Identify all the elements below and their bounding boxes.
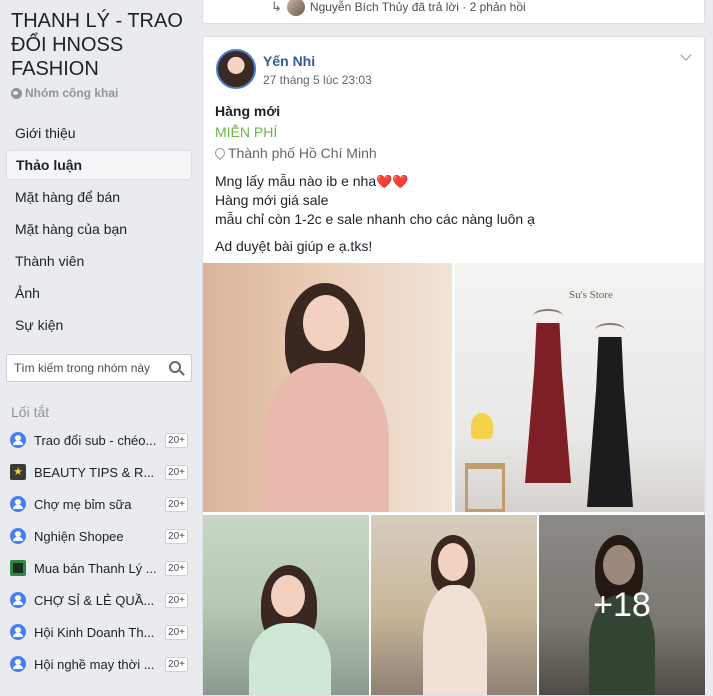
post-photo[interactable] — [203, 515, 369, 695]
group-nav: Giới thiệu Thảo luận Mặt hàng để bán Mặt… — [6, 117, 192, 341]
post-photo[interactable]: +18 — [539, 515, 705, 695]
photo-figure — [303, 295, 349, 351]
photo-figure — [525, 323, 571, 483]
shortcut-badge: 20+ — [165, 624, 188, 640]
avatar — [286, 0, 305, 16]
photo-figure — [471, 413, 493, 439]
shortcut-badge: 20+ — [165, 560, 188, 576]
group-search-input[interactable] — [7, 356, 157, 380]
shortcut-label: Hội Kinh Doanh Th... — [34, 624, 155, 640]
shortcut-label: Chợ mẹ bỉm sữa — [34, 496, 132, 512]
photo-figure — [249, 623, 331, 695]
body-text: Mng lấy mẫu nào ib e nha — [215, 173, 377, 189]
privacy-label: Nhóm công khai — [25, 86, 119, 100]
shortcut-item[interactable]: ★ BEAUTY TIPS & R... 20+ — [6, 456, 192, 488]
shortcut-badge: 20+ — [165, 592, 188, 608]
nav-item-events[interactable]: Sự kiện — [6, 309, 192, 341]
nav-item-your-items[interactable]: Mặt hàng của bạn — [6, 213, 192, 245]
post-photo[interactable] — [371, 515, 537, 695]
hanger-icon — [595, 323, 625, 337]
hanger-icon — [533, 309, 563, 323]
shortcut-badge: 20+ — [165, 464, 188, 480]
photo-figure — [423, 585, 487, 695]
previous-post-card: ↳ Nguyễn Bích Thủy đã trả lời · 2 phản h… — [202, 0, 705, 24]
shortcuts-heading: Lối tắt — [11, 404, 50, 420]
reply-summary-text[interactable]: Nguyễn Bích Thủy đã trả lời · 2 phản hồi — [310, 0, 526, 14]
globe-icon — [11, 87, 22, 99]
shortcut-item[interactable]: Hội nghề may thời ... 20+ — [6, 648, 192, 680]
group-icon — [10, 656, 26, 672]
shortcut-badge: 20+ — [165, 528, 188, 544]
group-icon — [10, 624, 26, 640]
post-timestamp[interactable]: 27 tháng 5 lúc 23:03 — [263, 73, 372, 87]
post-body: Mng lấy mẫu nào ib e nha❤️❤️ Hàng mới gi… — [215, 172, 535, 256]
post-photo[interactable] — [203, 263, 452, 512]
group-icon — [10, 528, 26, 544]
heart-emoji: ❤️❤️ — [376, 174, 409, 189]
item-price: MIỄN PHÍ — [215, 124, 278, 140]
reply-summary[interactable]: ↳ Nguyễn Bích Thủy đã trả lời · 2 phản h… — [271, 0, 526, 16]
shortcut-label: Mua bán Thanh Lý ... — [34, 560, 157, 576]
store-watermark: Su's Store — [569, 289, 613, 301]
group-sidebar: THANH LÝ - TRAO ĐỔI HNOSS FASHION Nhóm c… — [0, 0, 193, 685]
search-icon[interactable] — [169, 361, 181, 373]
more-photos-overlay[interactable]: +18 — [539, 515, 705, 695]
star-icon: ★ — [10, 464, 26, 480]
body-line: Mng lấy mẫu nào ib e nha❤️❤️ — [215, 172, 535, 191]
square-icon — [10, 560, 26, 576]
location-pin-icon — [212, 145, 228, 161]
location-label: Thành phố Hồ Chí Minh — [228, 145, 377, 161]
shortcut-badge: 20+ — [165, 432, 188, 448]
photo-figure — [587, 337, 633, 507]
chevron-down-icon[interactable] — [680, 49, 692, 61]
nav-item-for-sale[interactable]: Mặt hàng để bán — [6, 181, 192, 213]
sale-post: Yến Nhi 27 tháng 5 lúc 23:03 Hàng mới MI… — [202, 36, 705, 696]
nav-item-about[interactable]: Giới thiệu — [6, 117, 192, 149]
nav-item-members[interactable]: Thành viên — [6, 245, 192, 277]
photo-figure — [465, 463, 505, 512]
item-location: Thành phố Hồ Chí Minh — [212, 145, 377, 161]
post-photo[interactable]: Su's Store — [455, 263, 704, 512]
group-icon — [10, 432, 26, 448]
group-search-box — [6, 354, 192, 382]
group-title[interactable]: THANH LÝ - TRAO ĐỔI HNOSS FASHION — [11, 9, 191, 81]
shortcut-item[interactable]: Nghiện Shopee 20+ — [6, 520, 192, 552]
shortcut-item[interactable]: Trao đổi sub - chéo... 20+ — [6, 424, 192, 456]
shortcut-item[interactable]: Hội Kinh Doanh Th... 20+ — [6, 616, 192, 648]
body-line: Ad duyệt bài giúp e ạ.tks! — [215, 238, 373, 254]
group-privacy: Nhóm công khai — [11, 86, 118, 100]
shortcuts-list: Trao đổi sub - chéo... 20+ ★ BEAUTY TIPS… — [6, 424, 192, 680]
shortcut-label: Hội nghề may thời ... — [34, 656, 155, 672]
photo-figure — [438, 543, 468, 581]
shortcut-item[interactable]: Mua bán Thanh Lý ... 20+ — [6, 552, 192, 584]
author-name[interactable]: Yến Nhi — [263, 53, 315, 69]
shortcut-item[interactable]: CHỢ SỈ & LẺ QUẦ... 20+ — [6, 584, 192, 616]
shortcut-label: Nghiện Shopee — [34, 528, 124, 544]
shortcut-item[interactable]: Chợ mẹ bỉm sữa 20+ — [6, 488, 192, 520]
reply-arrow-icon: ↳ — [271, 0, 282, 14]
shortcut-badge: 20+ — [165, 496, 188, 512]
photo-figure — [263, 363, 389, 512]
shortcut-badge: 20+ — [165, 656, 188, 672]
author-avatar[interactable] — [216, 49, 256, 89]
photo-figure — [271, 575, 305, 617]
group-icon — [10, 496, 26, 512]
nav-item-photos[interactable]: Ảnh — [6, 277, 192, 309]
body-line: Hàng mới giá sale — [215, 192, 329, 208]
shortcut-label: Trao đổi sub - chéo... — [34, 432, 157, 448]
group-icon — [10, 592, 26, 608]
shortcut-label: BEAUTY TIPS & R... — [34, 464, 155, 480]
nav-item-discussion[interactable]: Thảo luận — [6, 150, 192, 180]
item-title: Hàng mới — [215, 103, 281, 119]
shortcut-label: CHỢ SỈ & LẺ QUẦ... — [34, 592, 155, 608]
body-line: mẫu chỉ còn 1-2c e sale nhanh cho các nà… — [215, 211, 535, 227]
